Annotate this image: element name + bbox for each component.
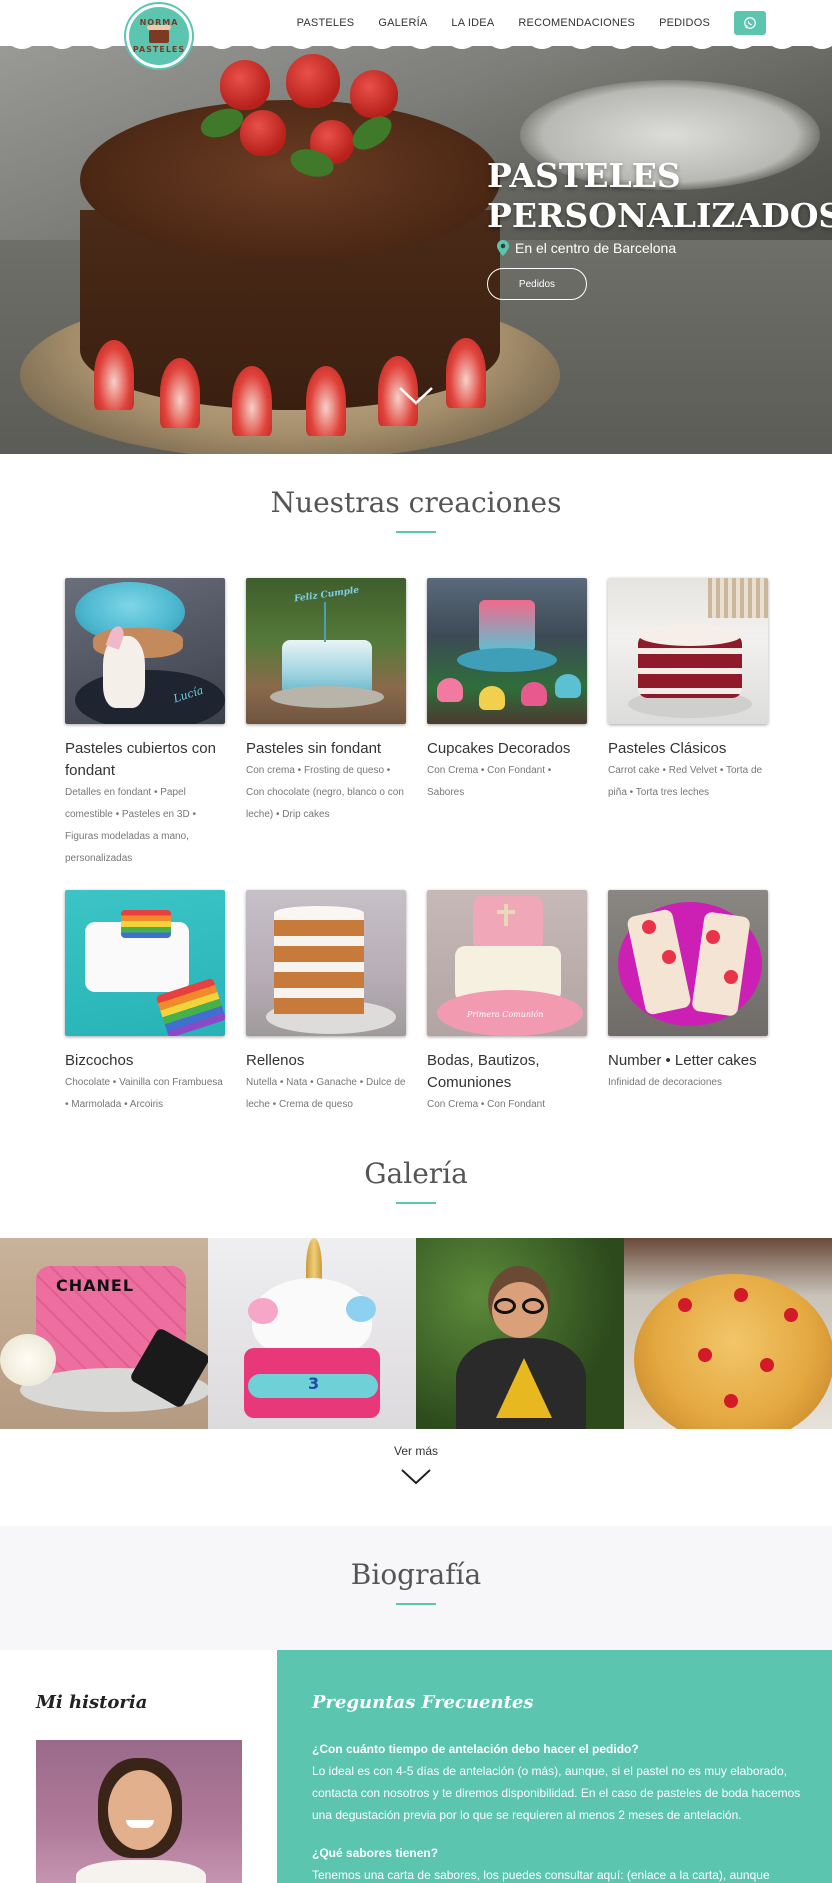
card-bizcochos[interactable]: Bizcochos Chocolate • Vainilla con Framb… bbox=[65, 890, 225, 1116]
nav-la-idea[interactable]: LA IDEA bbox=[451, 17, 494, 29]
card-clasicos[interactable]: Pasteles Clásicos Carrot cake • Red Velv… bbox=[608, 578, 768, 804]
gallery-photo-unicorn[interactable]: 3 bbox=[208, 1238, 416, 1429]
top-navbar: PASTELES GALERÍA LA IDEA RECOMENDACIONES… bbox=[0, 0, 832, 46]
nav-pedidos[interactable]: PEDIDOS bbox=[659, 17, 710, 29]
gallery-photo-unicorn-text: 3 bbox=[308, 1374, 320, 1393]
faq-answer-2: Tenemos una carta de sabores, los puedes… bbox=[312, 1868, 770, 1882]
biografia-underline bbox=[396, 1603, 436, 1605]
scroll-down-chevron-icon[interactable] bbox=[398, 386, 434, 406]
card-sin-fondant-desc: Con crema • Frosting de queso • Con choc… bbox=[246, 765, 404, 820]
hero-text: PASTELES PERSONALIZADOS En el centro de … bbox=[487, 156, 832, 300]
card-sin-fondant[interactable]: Feliz Cumple Pasteles sin fondant Con cr… bbox=[246, 578, 406, 826]
card-cupcakes-image bbox=[427, 578, 587, 724]
card-rellenos[interactable]: Rellenos Nutella • Nata • Ganache • Dulc… bbox=[246, 890, 406, 1116]
card-bodas-image: Primera Comunión bbox=[427, 890, 587, 1036]
nav-galeria[interactable]: GALERÍA bbox=[378, 17, 427, 29]
card-bodas-desc: Con Crema • Con Fondant bbox=[427, 1099, 546, 1110]
card-fondant-image: Lucía bbox=[65, 578, 225, 724]
location-pin-icon bbox=[497, 240, 509, 256]
mi-historia-panel: Mi historia bbox=[0, 1650, 277, 1883]
gallery-photo-chanel[interactable]: CHANEL bbox=[0, 1238, 208, 1429]
gallery-strip: CHANEL 3 bbox=[0, 1238, 832, 1429]
logo-bottom-text: PASTELES bbox=[132, 45, 186, 54]
card-rellenos-image bbox=[246, 890, 406, 1036]
faq-list: ¿Con cuánto tiempo de antelación debo ha… bbox=[312, 1738, 802, 1883]
card-number-letter-image bbox=[608, 890, 768, 1036]
card-rellenos-title: Rellenos bbox=[246, 1052, 305, 1069]
ver-mas-link[interactable]: Ver más bbox=[0, 1444, 832, 1458]
card-bodas-title: Bodas, Bautizos, Comuniones bbox=[427, 1052, 540, 1091]
mi-historia-title: Mi historia bbox=[36, 1692, 148, 1713]
faq-question-2: ¿Qué sabores tienen? bbox=[312, 1846, 439, 1860]
card-bodas-photo-text: Primera Comunión bbox=[467, 1010, 544, 1019]
brand-logo[interactable]: NORMA PASTELES bbox=[126, 4, 192, 68]
hero-title-line1: PASTELES bbox=[487, 156, 681, 195]
card-bizcochos-image bbox=[65, 890, 225, 1036]
card-clasicos-desc: Carrot cake • Red Velvet • Torta de piña… bbox=[608, 765, 763, 798]
card-cupcakes[interactable]: Cupcakes Decorados Con Crema • Con Fonda… bbox=[427, 578, 587, 804]
hero-cake-top bbox=[80, 100, 500, 260]
card-number-letter[interactable]: Number • Letter cakes Infinidad de decor… bbox=[608, 890, 768, 1094]
whatsapp-button[interactable] bbox=[734, 11, 766, 35]
faq-answer-1: Lo ideal es con 4-5 días de antelación (… bbox=[312, 1764, 801, 1822]
card-sin-fondant-image: Feliz Cumple bbox=[246, 578, 406, 724]
card-bizcochos-title: Bizcochos bbox=[65, 1052, 134, 1069]
creaciones-title: Nuestras creaciones bbox=[270, 486, 562, 519]
faq-panel: Preguntas Frecuentes ¿Con cuánto tiempo … bbox=[277, 1650, 832, 1883]
hero-title: PASTELES PERSONALIZADOS bbox=[487, 156, 832, 236]
nav-links: PASTELES GALERÍA LA IDEA RECOMENDACIONES… bbox=[297, 0, 832, 46]
hero-banner: PASTELES PERSONALIZADOS En el centro de … bbox=[0, 40, 832, 454]
hero-location: En el centro de Barcelona bbox=[487, 240, 832, 256]
card-fondant-title: Pasteles cubiertos con fondant bbox=[65, 740, 216, 779]
whatsapp-icon bbox=[744, 17, 756, 29]
card-clasicos-title: Pasteles Clásicos bbox=[608, 740, 727, 757]
nav-recomendaciones[interactable]: RECOMENDACIONES bbox=[518, 17, 635, 29]
card-number-letter-desc: Infinidad de decoraciones bbox=[608, 1077, 722, 1088]
card-fondant-desc: Detalles en fondant • Papel comestible •… bbox=[65, 787, 196, 864]
card-bizcochos-desc: Chocolate • Vainilla con Frambuesa • Mar… bbox=[65, 1077, 223, 1110]
faq-title: Preguntas Frecuentes bbox=[312, 1692, 534, 1713]
pedidos-button[interactable]: Pedidos bbox=[487, 268, 587, 300]
faq-question-1: ¿Con cuánto tiempo de antelación debo ha… bbox=[312, 1742, 639, 1756]
gallery-photo-boy[interactable] bbox=[416, 1238, 624, 1429]
card-bodas[interactable]: Primera Comunión Bodas, Bautizos, Comuni… bbox=[427, 890, 587, 1116]
chevron-down-icon[interactable] bbox=[400, 1468, 432, 1486]
card-number-letter-title: Number • Letter cakes bbox=[608, 1052, 757, 1069]
logo-cake-icon bbox=[147, 25, 171, 43]
card-rellenos-desc: Nutella • Nata • Ganache • Dulce de lech… bbox=[246, 1077, 406, 1110]
hero-location-text: En el centro de Barcelona bbox=[515, 240, 677, 256]
biografia-title: Biografía bbox=[350, 1558, 482, 1591]
nav-pasteles[interactable]: PASTELES bbox=[297, 17, 355, 29]
galeria-underline bbox=[396, 1202, 436, 1204]
gallery-photo-chanel-text: CHANEL bbox=[56, 1276, 135, 1295]
galeria-title: Galería bbox=[364, 1157, 468, 1190]
card-cupcakes-desc: Con Crema • Con Fondant • Sabores bbox=[427, 765, 552, 798]
profile-photo bbox=[36, 1740, 242, 1883]
card-fondant[interactable]: Lucía Pasteles cubiertos con fondant Det… bbox=[65, 578, 225, 870]
card-clasicos-image bbox=[608, 578, 768, 724]
card-sin-fondant-title: Pasteles sin fondant bbox=[246, 740, 382, 757]
hero-title-line2: PERSONALIZADOS bbox=[487, 196, 832, 235]
card-cupcakes-title: Cupcakes Decorados bbox=[427, 740, 571, 757]
gallery-photo-pineapple[interactable] bbox=[624, 1238, 832, 1429]
creaciones-underline bbox=[396, 531, 436, 533]
